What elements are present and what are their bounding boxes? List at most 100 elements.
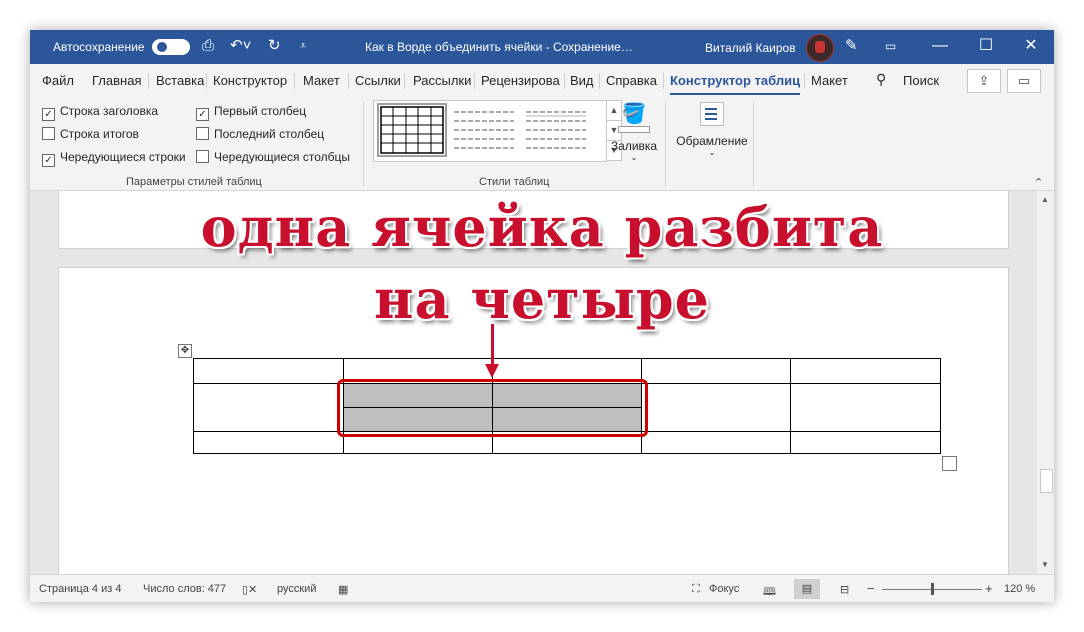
web-layout-icon[interactable]: ⊟	[840, 583, 849, 596]
undo-icon[interactable]: ↶˅	[230, 37, 251, 55]
banded-rows-checkbox[interactable]: ✓ Чередующиеся строки	[42, 150, 186, 167]
tab-separator	[348, 73, 349, 89]
first-column-checkbox[interactable]: ✓ Первый столбец	[196, 104, 306, 121]
user-name[interactable]: Виталий Каиров	[705, 41, 796, 55]
autosave-label: Автосохранение	[53, 40, 145, 54]
collapse-ribbon-icon[interactable]: ⌃	[1034, 176, 1043, 189]
redo-icon[interactable]: ↻	[268, 37, 281, 55]
annotation-line-1: одна ячейка разбита	[200, 195, 884, 259]
read-mode-icon[interactable]: 🕮	[763, 583, 776, 602]
tab-separator	[599, 73, 600, 89]
table-style-grid[interactable]	[377, 103, 447, 157]
tab-separator	[663, 73, 664, 89]
ribbon: ✓ Строка заголовка Строка итогов ✓ Чередую…	[30, 96, 1054, 191]
table-cell[interactable]	[790, 358, 941, 384]
table-cell[interactable]	[193, 431, 344, 454]
table-resize-handle[interactable]	[942, 456, 957, 471]
ribbon-tabs: Файл Главная Вставка Конструктор Макет С…	[30, 64, 1054, 96]
table-cell[interactable]	[641, 383, 791, 432]
table-cell[interactable]	[641, 431, 791, 454]
chevron-down-icon: ⌄	[630, 153, 638, 162]
table-move-handle-icon[interactable]: ✥	[178, 344, 192, 358]
checkbox-label: Последний столбец	[214, 127, 325, 141]
minimize-button[interactable]: —	[917, 35, 963, 57]
tab-file[interactable]: Файл	[42, 73, 74, 88]
tab-design[interactable]: Конструктор	[213, 73, 287, 88]
search-icon[interactable]: ⚲	[876, 71, 886, 88]
tab-layout[interactable]: Макет	[303, 73, 340, 88]
checkbox-label: Чередующиеся строки	[60, 150, 186, 164]
ribbon-display-icon[interactable]: ▭	[885, 37, 896, 55]
table-styles-gallery	[373, 100, 607, 162]
proofing-icon[interactable]: ▯✕	[242, 583, 257, 596]
table-cell[interactable]	[790, 431, 941, 454]
table-cell[interactable]	[790, 383, 941, 432]
checkbox-unchecked-icon	[196, 127, 209, 140]
close-button[interactable]: ✕	[1008, 35, 1054, 57]
header-row-checkbox[interactable]: ✓ Строка заголовка	[42, 104, 158, 121]
last-column-checkbox[interactable]: Последний столбец	[196, 127, 324, 141]
checkbox-checked-icon: ✓	[42, 108, 55, 121]
tab-help[interactable]: Справка	[606, 73, 657, 88]
share-button[interactable]: ⇪	[967, 69, 1001, 93]
tab-view[interactable]: Вид	[570, 73, 594, 88]
tab-home[interactable]: Главная	[92, 73, 141, 88]
table-cell[interactable]	[193, 358, 344, 384]
comments-button[interactable]: ▭	[1007, 69, 1041, 93]
scroll-thumb[interactable]	[1040, 469, 1053, 493]
checkbox-unchecked-icon	[42, 127, 55, 140]
language[interactable]: русский	[277, 583, 316, 595]
search-label[interactable]: Поиск	[903, 73, 939, 88]
tab-review[interactable]: Рецензирова	[481, 73, 560, 88]
tab-separator	[804, 73, 805, 89]
checkbox-label: Строка итогов	[60, 127, 139, 141]
highlight-frame	[337, 379, 648, 437]
banded-columns-checkbox[interactable]: Чередующиеся столбцы	[196, 150, 350, 164]
title-bar: Автосохранение ⎙ ↶˅ ↻ ⩡ Как в Ворде объе…	[30, 30, 1054, 64]
tab-separator	[206, 73, 207, 89]
print-layout-icon[interactable]: ▤	[794, 579, 820, 599]
tab-insert[interactable]: Вставка	[156, 73, 204, 88]
shading-button[interactable]: 🪣 Заливка ⌄	[608, 102, 660, 162]
scroll-down-icon[interactable]: ▼	[1040, 560, 1050, 572]
borders-icon	[700, 102, 724, 126]
zoom-in-icon[interactable]: +	[985, 581, 993, 596]
annotation-arrow-head	[485, 364, 499, 378]
document-title: Как в Ворде объединить ячейки - Сохранен…	[365, 40, 633, 54]
autosave-toggle[interactable]	[152, 39, 190, 55]
total-row-checkbox[interactable]: Строка итогов	[42, 127, 139, 141]
table-cell[interactable]	[641, 358, 791, 384]
page-count[interactable]: Страница 4 из 4	[39, 583, 121, 595]
zoom-out-icon[interactable]: −	[867, 581, 875, 596]
table-style-plain[interactable]	[452, 106, 516, 154]
tab-references[interactable]: Ссылки	[355, 73, 401, 88]
focus-icon[interactable]: ⛶	[692, 583, 700, 596]
tab-mailings[interactable]: Рассылки	[413, 73, 471, 88]
zoom-level[interactable]: 120 %	[1004, 583, 1035, 595]
accessibility-icon[interactable]: ▦	[338, 583, 348, 596]
focus-label[interactable]: Фокус	[709, 583, 739, 595]
restore-button[interactable]: ☐	[963, 35, 1009, 57]
tab-separator	[474, 73, 475, 89]
table-cell[interactable]	[193, 383, 344, 432]
chevron-down-icon: ⌄	[708, 148, 716, 157]
table-style-light[interactable]	[524, 106, 588, 154]
tab-table-design[interactable]: Конструктор таблиц	[670, 73, 801, 95]
tab-separator	[294, 73, 295, 89]
checkbox-checked-icon: ✓	[42, 154, 55, 167]
checkbox-label: Первый столбец	[214, 104, 307, 118]
shading-label: Заливка	[610, 139, 658, 153]
shading-color-bar	[618, 126, 650, 133]
paint-bucket-icon: 🪣	[621, 103, 647, 125]
annotation-line-2: на четыре	[374, 267, 710, 331]
word-count[interactable]: Число слов: 477	[143, 583, 226, 595]
borders-button[interactable]: Обрамление ⌄	[672, 102, 752, 157]
customize-qat-icon[interactable]: ⩡	[300, 37, 306, 55]
pen-icon[interactable]: ✎	[845, 37, 858, 55]
group-separator	[363, 102, 364, 186]
save-icon[interactable]: ⎙	[202, 37, 214, 55]
zoom-slider-thumb[interactable]	[931, 583, 934, 595]
tab-table-layout[interactable]: Макет	[811, 73, 848, 88]
avatar[interactable]	[806, 34, 834, 62]
group-separator	[665, 102, 666, 186]
